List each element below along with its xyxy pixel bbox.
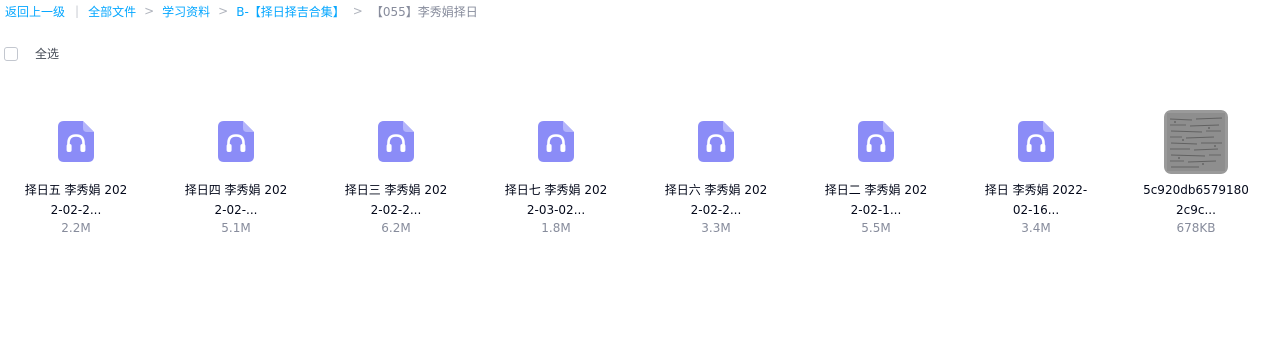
file-icon-container	[524, 110, 588, 174]
select-all-label[interactable]: 全选	[35, 45, 59, 62]
file-size: 5.1M	[221, 221, 251, 235]
file-name-line: 2-03-02...	[526, 203, 586, 217]
file-size: 1.8M	[541, 221, 571, 235]
file-name[interactable]: 择日五 李秀娟 202 2-02-2...	[6, 180, 146, 220]
audio-file-icon	[698, 121, 734, 162]
file-icon-container	[44, 110, 108, 174]
file-icon-container	[684, 110, 748, 174]
breadcrumb-separator: >	[352, 4, 363, 18]
audio-file-icon	[58, 121, 94, 162]
file-name-line: 择日二 李秀娟 202	[824, 183, 928, 197]
file-name[interactable]: 择日 李秀娟 2022- 02-16...	[966, 180, 1106, 220]
file-icon-container	[364, 110, 428, 174]
breadcrumb-divider: |	[75, 4, 80, 18]
file-name-line: 择日五 李秀娟 202	[24, 183, 128, 197]
file-name-line: 择日 李秀娟 2022-	[984, 183, 1088, 197]
breadcrumb-all-files[interactable]: 全部文件	[88, 3, 136, 20]
breadcrumb: 返回上一级 | 全部文件 > 学习资料 > B-【择日择吉合集】 > 【055】…	[5, 2, 478, 20]
file-icon-container	[1164, 110, 1228, 174]
file-name-line: 2-02-2...	[370, 203, 422, 217]
file-name-line: 2-02-2...	[690, 203, 742, 217]
file-item[interactable]: 择日六 李秀娟 202 2-02-2... 3.3M	[646, 110, 786, 236]
audio-file-icon	[1018, 121, 1054, 162]
file-size: 3.4M	[1021, 221, 1051, 235]
back-link[interactable]: 返回上一级	[5, 3, 65, 20]
file-name-line: 择日四 李秀娟 202	[184, 183, 288, 197]
file-size: 6.2M	[381, 221, 411, 235]
file-item[interactable]: 择日七 李秀娟 202 2-03-02... 1.8M	[486, 110, 626, 236]
breadcrumb-current-folder: 【055】李秀娟择日	[370, 4, 478, 19]
file-name[interactable]: 5c920db6579180 2c9c...	[1126, 180, 1266, 220]
breadcrumb-separator: >	[218, 4, 229, 18]
audio-file-icon	[218, 121, 254, 162]
image-thumbnail	[1164, 110, 1228, 174]
file-name-line: 2-02-...	[214, 203, 258, 217]
file-name[interactable]: 择日二 李秀娟 202 2-02-1...	[806, 180, 946, 220]
file-name-line: 2-02-1...	[850, 203, 902, 217]
file-size: 678KB	[1176, 221, 1216, 235]
file-icon-container	[844, 110, 908, 174]
file-item[interactable]: 择日四 李秀娟 202 2-02-... 5.1M	[166, 110, 306, 236]
file-name-line: 5c920db6579180	[1143, 183, 1249, 197]
file-item[interactable]: 择日 李秀娟 2022- 02-16... 3.4M	[966, 110, 1106, 236]
audio-file-icon	[538, 121, 574, 162]
file-item[interactable]: 择日三 李秀娟 202 2-02-2... 6.2M	[326, 110, 466, 236]
select-all-checkbox[interactable]	[4, 46, 18, 61]
breadcrumb-item-collection[interactable]: B-【择日择吉合集】	[236, 3, 345, 20]
file-item[interactable]: 5c920db6579180 2c9c... 678KB	[1126, 110, 1266, 236]
breadcrumb-item-study-materials[interactable]: 学习资料	[162, 3, 210, 20]
breadcrumb-separator: >	[144, 4, 155, 18]
file-size: 5.5M	[861, 221, 891, 235]
audio-file-icon	[858, 121, 894, 162]
file-name[interactable]: 择日六 李秀娟 202 2-02-2...	[646, 180, 786, 220]
file-size: 3.3M	[701, 221, 731, 235]
file-item[interactable]: 择日二 李秀娟 202 2-02-1... 5.5M	[806, 110, 946, 236]
file-icon-container	[1004, 110, 1068, 174]
file-name-line: 择日三 李秀娟 202	[344, 183, 448, 197]
file-icon-container	[204, 110, 268, 174]
file-name-line: 2c9c...	[1176, 203, 1216, 217]
file-name-line: 择日七 李秀娟 202	[504, 183, 608, 197]
file-name-line: 择日六 李秀娟 202	[664, 183, 768, 197]
file-name[interactable]: 择日七 李秀娟 202 2-03-02...	[486, 180, 626, 220]
select-all: 全选	[4, 45, 59, 62]
file-item[interactable]: 择日五 李秀娟 202 2-02-2... 2.2M	[6, 110, 146, 236]
file-name-line: 02-16...	[1012, 203, 1060, 217]
audio-file-icon	[378, 121, 414, 162]
file-grid: 择日五 李秀娟 202 2-02-2... 2.2M 择日四 李秀娟 202 2…	[0, 110, 1281, 250]
file-size: 2.2M	[61, 221, 91, 235]
file-name[interactable]: 择日四 李秀娟 202 2-02-...	[166, 180, 306, 220]
file-name[interactable]: 择日三 李秀娟 202 2-02-2...	[326, 180, 466, 220]
file-name-line: 2-02-2...	[50, 203, 102, 217]
